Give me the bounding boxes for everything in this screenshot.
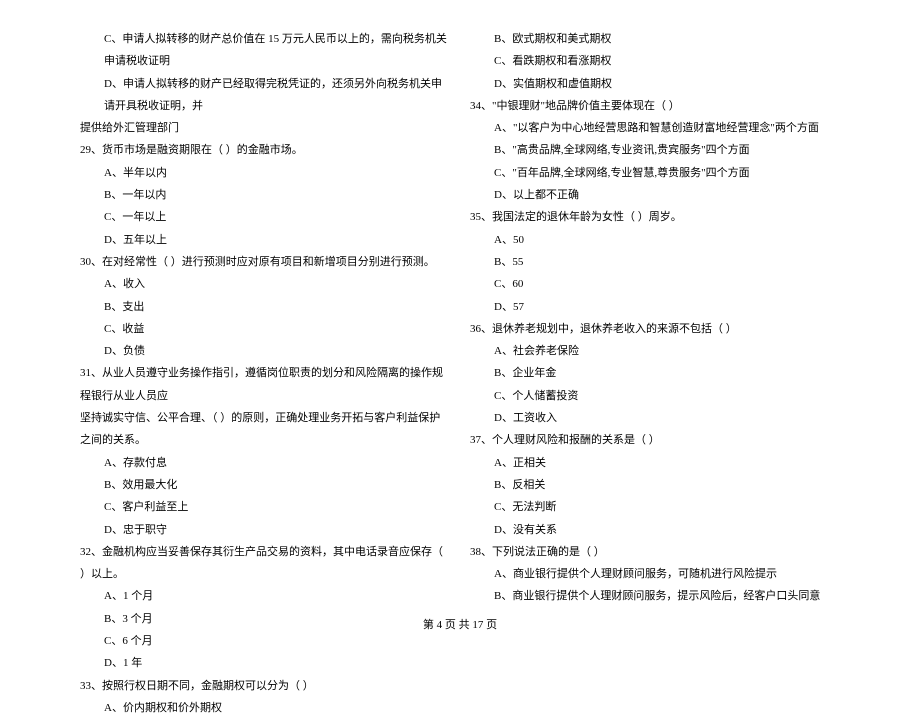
text-line: B、55 [470, 251, 840, 273]
text-line: 33、按照行权日期不同，金融期权可以分为（ ） [80, 675, 450, 697]
text-line: D、以上都不正确 [470, 184, 840, 206]
text-line: C、无法判断 [470, 496, 840, 518]
text-line: C、个人储蓄投资 [470, 385, 840, 407]
text-line: 37、个人理财风险和报酬的关系是（ ） [470, 429, 840, 451]
text-line: C、客户利益至上 [80, 496, 450, 518]
text-line: A、1 个月 [80, 585, 450, 607]
text-line: B、欧式期权和美式期权 [470, 28, 840, 50]
text-line: C、申请人拟转移的财产总价值在 15 万元人民币以上的，需向税务机关申请税收证明 [80, 28, 450, 73]
text-line: D、没有关系 [470, 519, 840, 541]
text-line: B、反相关 [470, 474, 840, 496]
text-line: B、企业年金 [470, 362, 840, 384]
text-line: C、60 [470, 273, 840, 295]
text-line: 29、货币市场是融资期限在（ ）的金融市场。 [80, 139, 450, 161]
text-line: B、商业银行提供个人理财顾问服务，提示风险后，经客户口头同意 [470, 585, 840, 607]
text-line: B、"高贵品牌,全球网络,专业资讯,贵宾服务"四个方面 [470, 139, 840, 161]
text-line: D、工资收入 [470, 407, 840, 429]
text-line: 坚持诚实守信、公平合理、（ ）的原则，正确处理业务开拓与客户利益保护之间的关系。 [80, 407, 450, 452]
text-line: A、"以客户为中心地经营思路和智慧创造财富地经营理念"两个方面 [470, 117, 840, 139]
text-line: A、正相关 [470, 452, 840, 474]
text-line: B、支出 [80, 296, 450, 318]
text-line: C、看跌期权和看涨期权 [470, 50, 840, 72]
text-line: D、申请人拟转移的财产已经取得完税凭证的，还须另外向税务机关申请开具税收证明，并 [80, 73, 450, 118]
text-line: 36、退休养老规划中，退休养老收入的来源不包括（ ） [470, 318, 840, 340]
text-line: C、一年以上 [80, 206, 450, 228]
text-line: C、"百年品牌,全球网络,专业智慧,尊贵服务"四个方面 [470, 162, 840, 184]
text-line: A、50 [470, 229, 840, 251]
text-line: A、半年以内 [80, 162, 450, 184]
text-line: 32、金融机构应当妥善保存其衍生产品交易的资料，其中电话录音应保存（ ）以上。 [80, 541, 450, 586]
text-line: 35、我国法定的退休年龄为女性（ ）周岁。 [470, 206, 840, 228]
text-line: A、商业银行提供个人理财顾问服务，可随机进行风险提示 [470, 563, 840, 585]
text-line: 提供给外汇管理部门 [80, 117, 450, 139]
page-footer: 第 4 页 共 17 页 [0, 616, 920, 632]
text-line: A、收入 [80, 273, 450, 295]
text-line: C、收益 [80, 318, 450, 340]
text-line: D、忠于职守 [80, 519, 450, 541]
text-line: A、存款付息 [80, 452, 450, 474]
text-line: 30、在对经常性（ ）进行预测时应对原有项目和新增项目分别进行预测。 [80, 251, 450, 273]
text-line: C、6 个月 [80, 630, 450, 652]
text-line: D、负债 [80, 340, 450, 362]
text-line: B、一年以内 [80, 184, 450, 206]
text-line: D、1 年 [80, 652, 450, 674]
text-line: D、五年以上 [80, 229, 450, 251]
text-line: 34、"中银理财"地品牌价值主要体现在（ ） [470, 95, 840, 117]
text-line: B、效用最大化 [80, 474, 450, 496]
text-line: D、实值期权和虚值期权 [470, 73, 840, 95]
text-line: A、价内期权和价外期权 [80, 697, 450, 719]
text-line: 31、从业人员遵守业务操作指引，遵循岗位职责的划分和风险隔离的操作规程银行从业人… [80, 362, 450, 407]
text-line: A、社会养老保险 [470, 340, 840, 362]
text-line: 38、下列说法正确的是（ ） [470, 541, 840, 563]
text-line: D、57 [470, 296, 840, 318]
